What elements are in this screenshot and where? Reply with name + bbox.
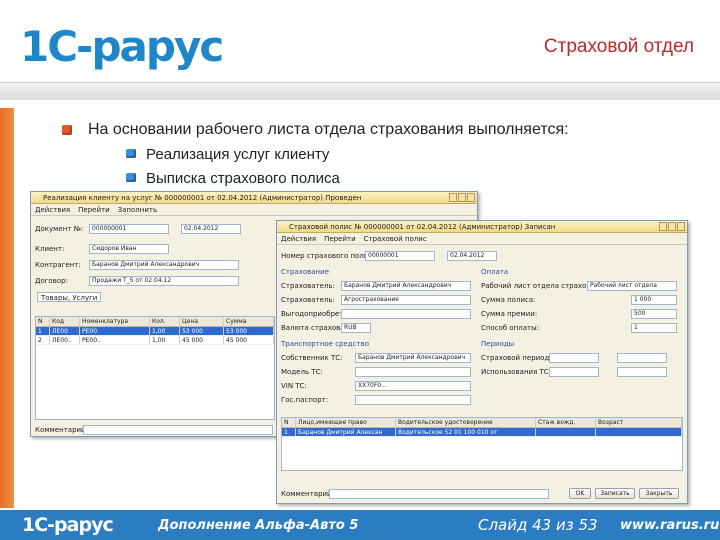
menu-policy[interactable]: Страховой полис [364, 233, 427, 244]
field-label: Договор: [35, 277, 68, 285]
worksheet-field[interactable]: Рабочий лист отдела [587, 281, 677, 291]
section-transport: Транспортное средство [281, 340, 369, 348]
field-label: Использования ТС с: [481, 368, 558, 376]
menu-actions[interactable]: Действия [281, 233, 316, 244]
insurance-policy-window[interactable]: Страховой полис № 000000001 от 02.04.201… [276, 220, 688, 504]
contractor-field[interactable]: Баранов Дмитрий Александрович [89, 260, 239, 270]
field-label: Сумма полиса: [481, 296, 536, 304]
field-label: VIN ТС: [281, 382, 307, 390]
main-bullet-text: На основании рабочего листа отдела страх… [88, 121, 569, 138]
footer-product: Дополнение Альфа-Авто 5 [158, 518, 359, 533]
passport-field[interactable] [355, 395, 471, 405]
tab-goods-services[interactable]: Товары, Услуги [37, 292, 102, 302]
goods-table[interactable]: N Код Номенклатура Кол. Цена Сумма 1 ЛЕ00 РЕ00 1… [35, 316, 275, 420]
policy-sum-field[interactable]: 1 000 [631, 295, 677, 305]
field-label: Страховой период с: [481, 354, 558, 362]
contract-field[interactable]: Продажи Т_5 от 02.04.12 [89, 276, 239, 286]
field-label: Контрагент: [35, 261, 81, 269]
menu-fill[interactable]: Заполнить [118, 204, 157, 215]
section-insurance: Страхование [281, 268, 329, 276]
table-row[interactable]: 1 ЛЕ00 РЕ00 1,00 53 000 53 000 [36, 327, 274, 336]
save-button[interactable]: Записать [595, 488, 635, 499]
field-label: Комментарий: [35, 426, 88, 434]
window-titlebar[interactable]: Страховой полис № 000000001 от 02.04.201… [277, 221, 687, 233]
menu-actions[interactable]: Действия [35, 204, 70, 215]
policy-number-field[interactable]: 00000001 [365, 251, 435, 261]
toolbar: Действия Перейти Заполнить [31, 204, 477, 216]
field-label: Документ №: [35, 225, 84, 233]
minimize-icon[interactable] [659, 222, 667, 231]
maximize-icon[interactable] [458, 193, 466, 202]
section-periods: Периоды [481, 340, 515, 348]
field-label: Собственник ТС: [281, 354, 343, 362]
logo: 1С-рарус [20, 22, 224, 71]
sub-bullet-text: Реализация услуг клиенту [146, 146, 330, 163]
period-from-field[interactable] [549, 353, 599, 363]
ok-button[interactable]: OK [569, 488, 591, 499]
field-label: Комментарий: [281, 490, 334, 498]
usage-to-field[interactable] [617, 367, 667, 377]
client-field[interactable]: Сидоров Иван [89, 244, 169, 254]
window-title: Страховой полис № 000000001 от 02.04.201… [289, 223, 556, 231]
menu-goto[interactable]: Перейти [324, 233, 356, 244]
field-label: Сумма премии: [481, 310, 538, 318]
left-accent-bar [0, 108, 14, 508]
beneficiary-field[interactable] [341, 309, 471, 319]
field-label: Клиент: [35, 245, 65, 253]
doc-number-field[interactable]: 000000001 [89, 224, 169, 234]
window-title: Реализация клиенту на услуг № 000000001 … [43, 194, 362, 202]
field-label: Страхователь: [281, 282, 335, 290]
bullet-icon [62, 125, 72, 135]
bullet-icon [126, 173, 136, 182]
footer-logo: 1С-рарус [22, 514, 114, 536]
table-header: N Код Номенклатура Кол. Цена Сумма [36, 317, 274, 327]
doc-date-field[interactable]: 02.04.2012 [181, 224, 241, 234]
minimize-icon[interactable] [449, 193, 457, 202]
bullet-icon [126, 149, 136, 158]
comment-field[interactable] [329, 489, 549, 499]
slide-number: Слайд 43 из 53 [478, 516, 598, 534]
usage-from-field[interactable] [549, 367, 599, 377]
close-icon[interactable] [467, 193, 475, 202]
drivers-table[interactable]: N Лицо,имеющее право Водительское удостове… [281, 417, 683, 471]
toolbar: Действия Перейти Страховой полис [277, 233, 687, 245]
window-titlebar[interactable]: Реализация клиенту на услуг № 000000001 … [31, 192, 477, 204]
sub-bullet-text: Выписка страхового полиса [146, 170, 340, 187]
table-row[interactable]: 1 Баранов Дмитрий Алексан Водительское 52 … [282, 428, 682, 437]
vehicle-owner-field[interactable]: Баранов Дмитрий Александрович [355, 353, 471, 363]
premium-field[interactable]: 500 [631, 309, 677, 319]
table-row[interactable]: 2 ЛЕ00.. РЕ00.. 1,00 45 000 45 000 [36, 336, 274, 345]
vin-field[interactable]: XX70F0... [355, 381, 471, 391]
insured-field[interactable]: Агрострахование [341, 295, 471, 305]
insurer-field[interactable]: Баранов Дмитрий Александрович [341, 281, 471, 291]
table-header: N Лицо,имеющее право Водительское удостове… [282, 418, 682, 428]
field-label: Модель ТС: [281, 368, 323, 376]
close-icon[interactable] [677, 222, 685, 231]
section-payment: Оплата [481, 268, 509, 276]
field-label: Гос.паспорт: [281, 396, 329, 404]
page-title: Страховой отдел [543, 36, 694, 57]
field-label: Страхователь: [281, 296, 335, 304]
menu-goto[interactable]: Перейти [78, 204, 110, 215]
policy-date-field[interactable]: 02.04.2012 [447, 251, 497, 261]
maximize-icon[interactable] [668, 222, 676, 231]
payment-method-field[interactable]: 1 [631, 323, 677, 333]
vehicle-model-field[interactable] [355, 367, 471, 377]
comment-field[interactable] [83, 425, 273, 435]
field-label: Способ оплаты: [481, 324, 540, 332]
header-stripe [0, 82, 720, 100]
footer-url[interactable]: www.rarus.ru [620, 518, 719, 533]
close-button[interactable]: Закрыть [639, 488, 679, 499]
currency-field[interactable]: RUB [341, 323, 371, 333]
period-to-field[interactable] [617, 353, 667, 363]
footer: 1С-рарус Дополнение Альфа-Авто 5 Слайд 4… [0, 510, 720, 540]
